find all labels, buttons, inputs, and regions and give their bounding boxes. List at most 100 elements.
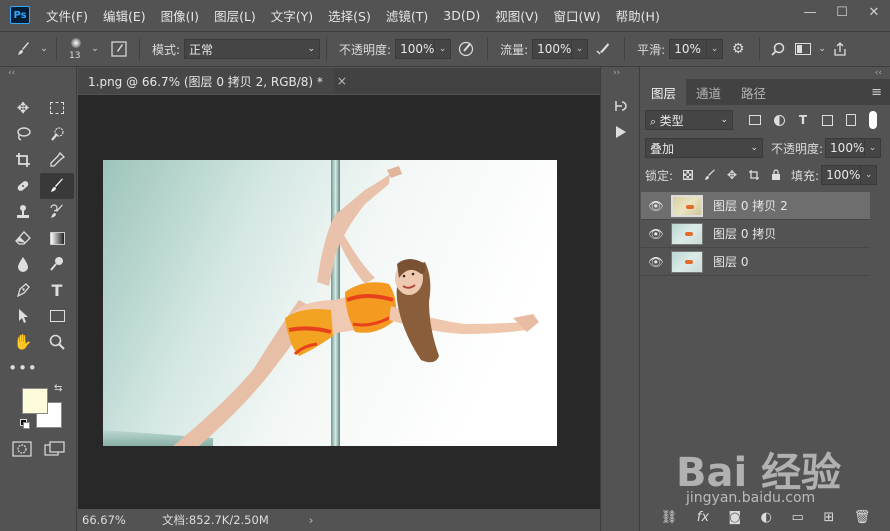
- tab-paths[interactable]: 路径: [731, 79, 776, 105]
- fill-dropdown-icon[interactable]: ⌄: [861, 165, 878, 185]
- flow-dropdown-icon[interactable]: ⌄: [572, 39, 589, 59]
- airbrush-icon[interactable]: [588, 41, 618, 57]
- layer-filter-select[interactable]: ⌕ 类型 ⌄: [645, 110, 733, 130]
- close-button[interactable]: ✕: [858, 0, 890, 24]
- chevron-down-icon[interactable]: ⌄: [38, 44, 50, 54]
- collapse-panel-arrows-icon[interactable]: ‹‹: [641, 67, 890, 79]
- quick-selection-tool-icon[interactable]: [40, 121, 74, 147]
- zoom-tool-icon[interactable]: [40, 329, 74, 355]
- workspace-icon[interactable]: [790, 43, 816, 55]
- screen-mode-icon[interactable]: [44, 441, 66, 457]
- smoothing-dropdown-icon[interactable]: ⌄: [707, 39, 724, 59]
- clone-stamp-tool-icon[interactable]: [6, 199, 40, 225]
- menu-3d[interactable]: 3D(D): [443, 8, 480, 23]
- blur-tool-icon[interactable]: [6, 251, 40, 277]
- menu-file[interactable]: 文件(F): [46, 6, 88, 25]
- lock-all-icon[interactable]: [765, 169, 787, 181]
- path-selection-tool-icon[interactable]: [6, 303, 40, 329]
- menu-image[interactable]: 图像(I): [161, 6, 199, 25]
- layer-row[interactable]: 👁 图层 0 拷贝 2: [641, 192, 870, 220]
- brush-tool-preset-icon[interactable]: [10, 41, 38, 57]
- history-brush-tool-icon[interactable]: [40, 199, 74, 225]
- filter-type-icon[interactable]: T: [791, 113, 815, 127]
- visibility-eye-icon[interactable]: 👁: [641, 199, 671, 213]
- history-panel-icon[interactable]: [601, 93, 641, 119]
- quick-mask-icon[interactable]: [12, 441, 32, 457]
- filter-adjustment-icon[interactable]: [767, 114, 791, 126]
- brush-tool-icon[interactable]: [40, 173, 74, 199]
- foreground-color-swatch[interactable]: [22, 388, 48, 414]
- lock-artboard-icon[interactable]: [743, 169, 765, 181]
- swap-colors-icon[interactable]: ⇆: [54, 383, 62, 394]
- actions-play-icon[interactable]: [601, 119, 641, 145]
- blend-mode-select[interactable]: 叠加 ⌄: [645, 138, 763, 158]
- panel-menu-icon[interactable]: ≡: [871, 85, 882, 100]
- search-icon[interactable]: [766, 42, 790, 56]
- pen-tool-icon[interactable]: [6, 277, 40, 303]
- expand-arrows-icon[interactable]: ››: [601, 67, 639, 79]
- eyedropper-tool-icon[interactable]: [40, 147, 74, 173]
- fill-field[interactable]: 100%: [821, 165, 862, 185]
- layer-opacity-dropdown-icon[interactable]: ⌄: [865, 138, 882, 158]
- filter-toggle-switch[interactable]: [869, 111, 877, 129]
- status-menu-arrow-icon[interactable]: ›: [309, 513, 314, 527]
- layer-row[interactable]: 👁 图层 0: [641, 248, 870, 276]
- new-layer-icon[interactable]: ⊞: [823, 510, 834, 525]
- filter-smart-object-icon[interactable]: [839, 114, 863, 126]
- menu-edit[interactable]: 编辑(E): [103, 6, 146, 25]
- tab-channels[interactable]: 通道: [686, 79, 731, 105]
- share-icon[interactable]: [828, 42, 852, 56]
- brush-settings-panel-icon[interactable]: [105, 41, 133, 57]
- visibility-eye-icon[interactable]: 👁: [641, 255, 671, 269]
- hand-tool-icon[interactable]: ✋: [6, 329, 40, 355]
- rectangle-tool-icon[interactable]: [40, 303, 74, 329]
- collapse-arrows-icon[interactable]: ‹‹: [0, 67, 76, 79]
- marquee-tool-icon[interactable]: [40, 95, 74, 121]
- delete-layer-icon[interactable]: 🗑: [854, 510, 871, 525]
- menu-select[interactable]: 选择(S): [328, 6, 371, 25]
- canvas-area[interactable]: [78, 95, 600, 509]
- menu-type[interactable]: 文字(Y): [271, 6, 313, 25]
- document-tab[interactable]: 1.png @ 66.7% (图层 0 拷贝 2, RGB/8) * ×: [78, 68, 347, 94]
- smoothing-field[interactable]: 10%: [669, 39, 708, 59]
- type-tool-icon[interactable]: T: [40, 277, 74, 303]
- filter-pixel-icon[interactable]: [743, 115, 767, 125]
- menu-help[interactable]: 帮助(H): [616, 6, 660, 25]
- menu-layer[interactable]: 图层(L): [214, 6, 256, 25]
- opacity-dropdown-icon[interactable]: ⌄: [435, 39, 452, 59]
- eraser-tool-icon[interactable]: [6, 225, 40, 251]
- healing-brush-tool-icon[interactable]: [6, 173, 40, 199]
- layer-row[interactable]: 👁 图层 0 拷贝: [641, 220, 870, 248]
- gear-icon[interactable]: ⚙: [723, 41, 753, 57]
- menu-view[interactable]: 视图(V): [495, 6, 538, 25]
- maximize-button[interactable]: ☐: [826, 0, 858, 24]
- default-colors-icon[interactable]: [20, 419, 30, 429]
- lock-transparent-pixels-icon[interactable]: [677, 170, 699, 180]
- lock-position-icon[interactable]: ✥: [721, 168, 743, 182]
- tab-layers[interactable]: 图层: [641, 79, 687, 105]
- dodge-tool-icon[interactable]: [40, 251, 74, 277]
- layer-style-fx-icon[interactable]: fx: [697, 510, 709, 525]
- more-tools-icon[interactable]: •••: [6, 355, 40, 381]
- flow-field[interactable]: 100%: [532, 39, 573, 59]
- layer-opacity-field[interactable]: 100%: [825, 138, 866, 158]
- minimize-button[interactable]: —: [794, 0, 826, 24]
- menu-filter[interactable]: 滤镜(T): [386, 6, 428, 25]
- close-document-icon[interactable]: ×: [337, 74, 347, 88]
- crop-tool-icon[interactable]: [6, 147, 40, 173]
- add-mask-icon[interactable]: ◙: [729, 510, 742, 525]
- new-group-icon[interactable]: ▭: [792, 510, 804, 525]
- canvas-image[interactable]: [103, 160, 557, 446]
- opacity-field[interactable]: 100%: [395, 39, 436, 59]
- chevron-down-icon[interactable]: ⌄: [816, 44, 828, 54]
- gradient-tool-icon[interactable]: [40, 225, 74, 251]
- chevron-down-icon[interactable]: ⌄: [89, 44, 101, 54]
- visibility-eye-icon[interactable]: 👁: [641, 227, 671, 241]
- move-tool-icon[interactable]: ✥: [6, 95, 40, 121]
- mode-select[interactable]: 正常 ⌄: [184, 39, 321, 59]
- link-layers-icon[interactable]: ⛓: [661, 510, 678, 525]
- brush-size-picker[interactable]: 13: [63, 34, 89, 64]
- lock-image-pixels-icon[interactable]: [699, 169, 721, 181]
- lasso-tool-icon[interactable]: [6, 121, 40, 147]
- adjustment-layer-icon[interactable]: ◐: [761, 510, 772, 525]
